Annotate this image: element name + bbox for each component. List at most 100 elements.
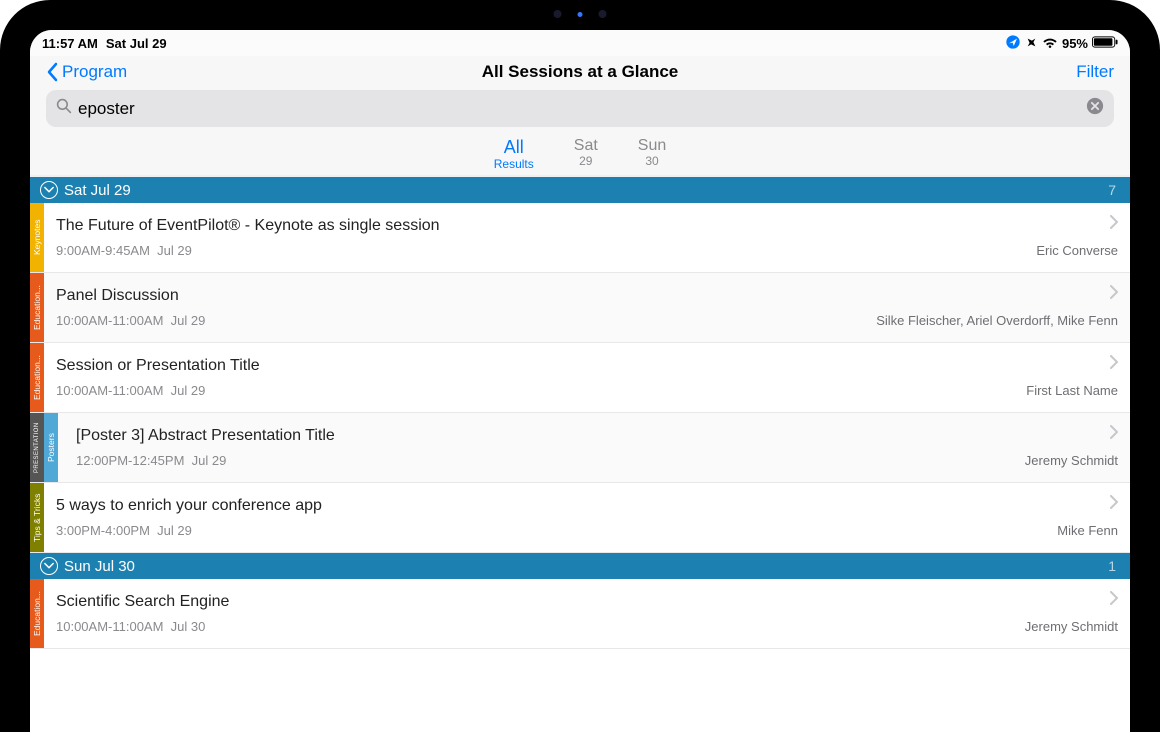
day-count: 1	[1108, 558, 1120, 574]
category-tag-presentation: PRESENTATION	[30, 413, 44, 482]
session-speakers: Silke Fleischer, Ariel Overdorff, Mike F…	[876, 313, 1118, 328]
session-list[interactable]: Sat Jul 29 7 Keynotes The Future of Even…	[30, 177, 1130, 649]
session-speakers: First Last Name	[1026, 383, 1118, 398]
session-meta: 9:00AM-9:45AM Jul 29 Eric Converse	[56, 243, 1118, 258]
nav-bar: Program All Sessions at a Glance Filter	[30, 56, 1130, 90]
tab-top-label: Sun	[638, 137, 666, 155]
session-body: [Poster 3] Abstract Presentation Title 1…	[58, 413, 1130, 482]
search-input[interactable]	[78, 99, 1080, 119]
battery-percent: 95%	[1062, 36, 1088, 51]
session-title: Scientific Search Engine	[56, 593, 1118, 611]
tab-bottom-label: 29	[574, 155, 598, 169]
session-meta: 10:00AM-11:00AM Jul 29 Silke Fleischer, …	[56, 313, 1118, 328]
status-left: 11:57 AM Sat Jul 29	[42, 36, 167, 51]
chevron-right-icon	[1110, 495, 1118, 514]
session-title: 5 ways to enrich your conference app	[56, 497, 1118, 515]
session-time: 10:00AM-11:00AM Jul 30	[56, 619, 205, 634]
chevron-right-icon	[1110, 285, 1118, 304]
chevron-right-icon	[1110, 591, 1118, 610]
tab-sat[interactable]: Sat29	[574, 137, 598, 171]
session-title: Session or Presentation Title	[56, 357, 1118, 375]
category-tag-education: Education...	[30, 579, 44, 648]
status-right: 95%	[1005, 34, 1118, 53]
device-camera-cluster	[554, 10, 607, 18]
category-tag-education: Education...	[30, 343, 44, 412]
tab-bottom-label: 30	[638, 155, 666, 169]
session-row[interactable]: Education... Session or Presentation Tit…	[30, 343, 1130, 413]
category-tag-education: Education...	[30, 273, 44, 342]
session-row[interactable]: Education... Panel Discussion 10:00AM-11…	[30, 273, 1130, 343]
session-time: 10:00AM-11:00AM Jul 29	[56, 383, 205, 398]
session-meta: 10:00AM-11:00AM Jul 29 First Last Name	[56, 383, 1118, 398]
battery-icon	[1092, 36, 1118, 51]
day-header[interactable]: Sun Jul 30 1	[30, 553, 1130, 579]
session-body: The Future of EventPilot® - Keynote as s…	[44, 203, 1130, 272]
tab-bottom-label: Results	[494, 158, 534, 172]
session-body: Panel Discussion 10:00AM-11:00AM Jul 29 …	[44, 273, 1130, 342]
status-date: Sat Jul 29	[106, 36, 167, 51]
chevron-right-icon	[1110, 425, 1118, 444]
category-tags: Keynotes	[30, 203, 44, 272]
search-container	[30, 90, 1130, 133]
collapse-icon	[40, 181, 58, 199]
session-body: 5 ways to enrich your conference app 3:0…	[44, 483, 1130, 552]
session-speakers: Jeremy Schmidt	[1025, 453, 1118, 468]
category-tag-tips: Tips & Tricks	[30, 483, 44, 552]
session-time: 3:00PM-4:00PM Jul 29	[56, 523, 192, 538]
tab-top-label: Sat	[574, 137, 598, 155]
session-title: The Future of EventPilot® - Keynote as s…	[56, 217, 1118, 235]
tab-sun[interactable]: Sun30	[638, 137, 666, 171]
session-time: 10:00AM-11:00AM Jul 29	[56, 313, 205, 328]
day-count: 7	[1108, 182, 1120, 198]
clear-icon[interactable]	[1086, 97, 1104, 120]
session-title: [Poster 3] Abstract Presentation Title	[76, 427, 1118, 445]
search-icon	[56, 98, 72, 119]
session-meta: 12:00PM-12:45PM Jul 29 Jeremy Schmidt	[76, 453, 1118, 468]
day-label: Sun Jul 30	[64, 558, 135, 575]
session-row[interactable]: Tips & Tricks 5 ways to enrich your conf…	[30, 483, 1130, 553]
device-frame: 11:57 AM Sat Jul 29 95%	[0, 0, 1160, 732]
day-tabs: AllResults Sat29 Sun30	[30, 133, 1130, 177]
session-speakers: Mike Fenn	[1057, 523, 1118, 538]
session-speakers: Jeremy Schmidt	[1025, 619, 1118, 634]
session-row[interactable]: Keynotes The Future of EventPilot® - Key…	[30, 203, 1130, 273]
category-tag-keynotes: Keynotes	[30, 203, 44, 272]
back-label: Program	[62, 62, 127, 82]
filter-button[interactable]: Filter	[1076, 62, 1114, 82]
location-icon	[1005, 34, 1021, 53]
day-label: Sat Jul 29	[64, 182, 131, 199]
chevron-right-icon	[1110, 355, 1118, 374]
screen: 11:57 AM Sat Jul 29 95%	[30, 30, 1130, 732]
category-tags: Education...	[30, 579, 44, 648]
camera-dot	[578, 12, 583, 17]
category-tags: Education...	[30, 343, 44, 412]
back-button[interactable]: Program	[46, 62, 127, 82]
tab-all[interactable]: AllResults	[494, 137, 534, 171]
session-row[interactable]: PRESENTATIONPosters [Poster 3] Abstract …	[30, 413, 1130, 483]
session-title: Panel Discussion	[56, 287, 1118, 305]
category-tags: Tips & Tricks	[30, 483, 44, 552]
session-speakers: Eric Converse	[1036, 243, 1118, 258]
camera-dot	[599, 10, 607, 18]
status-bar: 11:57 AM Sat Jul 29 95%	[30, 30, 1130, 56]
collapse-icon	[40, 557, 58, 575]
category-tags: PRESENTATIONPosters	[30, 413, 58, 482]
page-title: All Sessions at a Glance	[482, 62, 679, 82]
chevron-left-icon	[46, 62, 58, 82]
wifi-icon	[1042, 36, 1058, 51]
status-time: 11:57 AM	[42, 36, 98, 51]
day-header[interactable]: Sat Jul 29 7	[30, 177, 1130, 203]
session-meta: 10:00AM-11:00AM Jul 30 Jeremy Schmidt	[56, 619, 1118, 634]
session-time: 12:00PM-12:45PM Jul 29	[76, 453, 226, 468]
chevron-right-icon	[1110, 215, 1118, 234]
airplane-icon	[1025, 36, 1038, 52]
category-tag-posters: Posters	[44, 413, 58, 482]
category-tags: Education...	[30, 273, 44, 342]
session-time: 9:00AM-9:45AM Jul 29	[56, 243, 192, 258]
session-meta: 3:00PM-4:00PM Jul 29 Mike Fenn	[56, 523, 1118, 538]
camera-dot	[554, 10, 562, 18]
session-row[interactable]: Education... Scientific Search Engine 10…	[30, 579, 1130, 649]
session-body: Scientific Search Engine 10:00AM-11:00AM…	[44, 579, 1130, 648]
search-box[interactable]	[46, 90, 1114, 127]
session-body: Session or Presentation Title 10:00AM-11…	[44, 343, 1130, 412]
